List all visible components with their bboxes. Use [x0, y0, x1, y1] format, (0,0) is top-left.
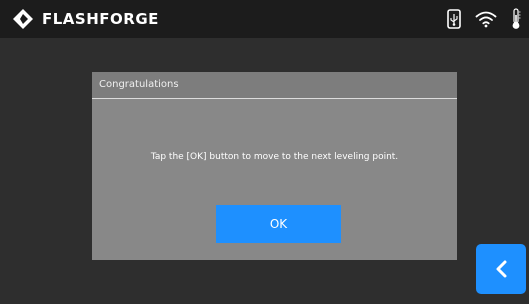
dialog-header: Congratulations [92, 72, 457, 99]
usb-drive-icon[interactable] [447, 9, 461, 29]
congratulations-dialog: Congratulations Tap the [OK] button to m… [92, 72, 457, 260]
status-icons [447, 7, 521, 31]
top-status-bar: FLASHFORGE [0, 0, 529, 38]
thermometer-icon[interactable] [511, 8, 521, 30]
chevron-left-icon [496, 260, 507, 278]
flashforge-logo-icon [13, 9, 33, 29]
brand-name: FLASHFORGE [42, 10, 159, 28]
dialog-title: Congratulations [99, 79, 179, 90]
brand: FLASHFORGE [12, 6, 159, 32]
dialog-message: Tap the [OK] button to move to the next … [150, 152, 399, 162]
ok-button[interactable]: OK [216, 205, 341, 243]
wifi-icon[interactable] [475, 10, 497, 28]
back-button[interactable] [476, 244, 526, 294]
